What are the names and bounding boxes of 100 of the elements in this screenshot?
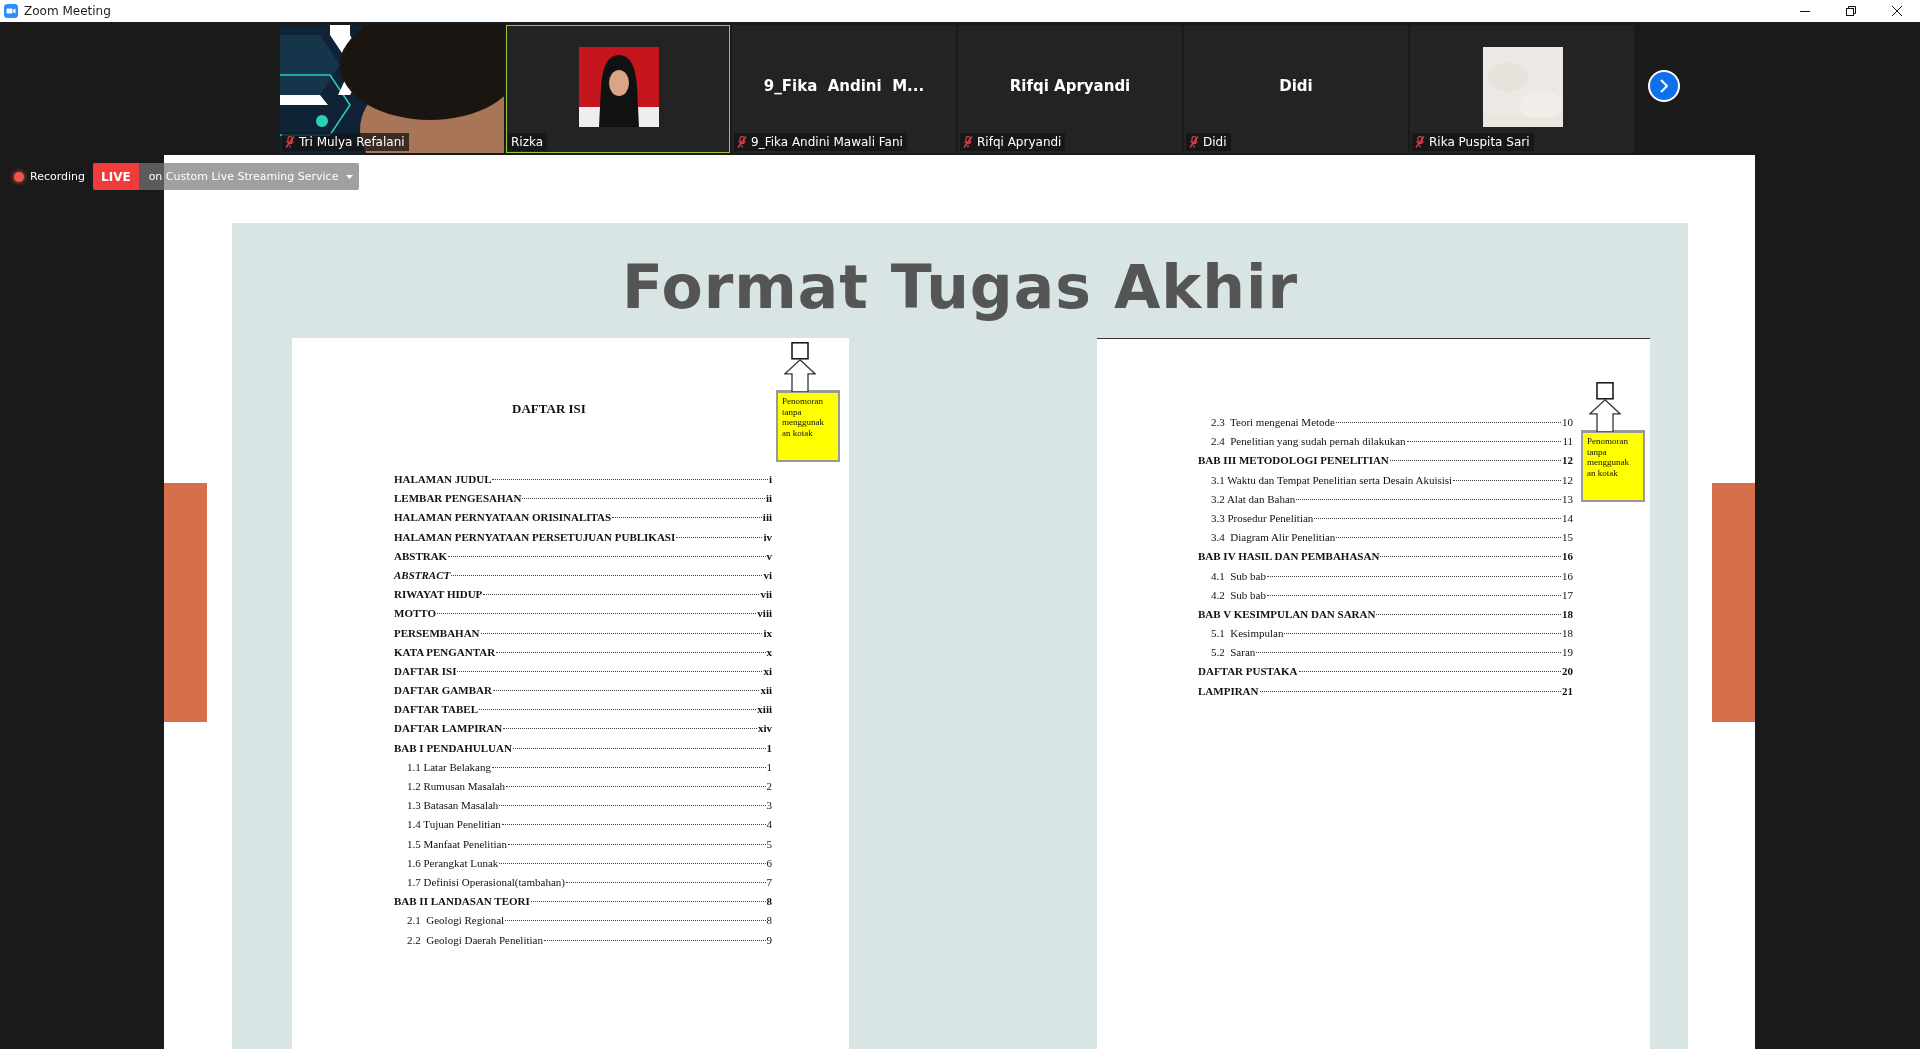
participant-name: 9_Fika Andini Mawali Fani (751, 135, 903, 149)
recording-label: Recording (30, 170, 86, 183)
page-number: x (766, 645, 772, 658)
participant-tile[interactable]: Rifqi Apryandi Rifqi Apryandi (958, 25, 1182, 153)
page-number: 11 (1562, 435, 1573, 448)
toc-entry: 2.2 Geologi Daerah Penelitian (407, 933, 543, 946)
page-number: 7 (766, 875, 772, 888)
page-number: vii (760, 588, 772, 601)
page-number: xiv (757, 722, 772, 735)
caret-icon (346, 174, 354, 179)
page-number: 9 (766, 933, 772, 946)
toc-entry: PERSEMBAHAN (394, 626, 480, 639)
toc-entry: 3.1 Waktu dan Tempat Penelitian serta Desain Akuisisi (1211, 473, 1453, 486)
page-number: 16 (1562, 550, 1573, 563)
toc-entry: HALAMAN PERNYATAAN PERSETUJUAN PUBLIKASI (394, 530, 676, 543)
toc-entry: 3.2 Alat dan Bahan (1211, 492, 1296, 505)
participant-tile[interactable]: Didi Didi (1184, 25, 1408, 153)
page-number: 14 (1562, 511, 1573, 524)
toc-entry: DAFTAR LAMPIRAN (394, 722, 503, 735)
participant-name: Rifqi Apryandi (977, 135, 1062, 149)
participant-name: Rizka (511, 135, 544, 149)
toc-entry: BAB I PENDAHULUAN (394, 741, 512, 754)
page-number: iv (763, 530, 772, 543)
toc-entry: 2.1 Geologi Regional (407, 914, 505, 927)
toc-entry: 1.5 Manfaat Penelitian (407, 837, 507, 850)
toc-entry: BAB IV HASIL DAN PEMBAHASAN (1198, 550, 1380, 563)
page-number: 10 (1562, 416, 1573, 428)
toc-entry: 1.6 Perangkat Lunak (407, 856, 499, 869)
participant-name: 9_Fika Andini M... (762, 77, 926, 95)
page-number: 17 (1562, 588, 1573, 601)
window-title: Zoom Meeting (24, 4, 112, 18)
toc-entry: LEMBAR PENGESAHAN (394, 492, 522, 505)
toc-entry: KATA PENGANTAR (394, 645, 496, 658)
toc-entry: LAMPIRAN (1198, 684, 1259, 697)
toc-entry: DAFTAR GAMBAR (394, 684, 492, 697)
recording-dot-icon (14, 171, 24, 182)
page-number: 19 (1562, 646, 1573, 659)
page-number: 1 (766, 741, 772, 754)
page-number: xi (763, 664, 772, 677)
slide-title: Format Tugas Akhir (621, 251, 1299, 322)
page-number: 15 (1562, 531, 1573, 544)
toc-entry: RIWAYAT HIDUP (394, 588, 483, 601)
page-number: v (766, 549, 772, 562)
toc-entry: MOTTO (394, 607, 436, 620)
toc-entry: BAB III METODOLOGI PENELITIAN (1198, 454, 1389, 467)
page-number: i (768, 473, 772, 485)
arrow-box-drawing (784, 342, 816, 392)
toc-entry: 3.4 Diagram Alir Penelitian (1211, 531, 1336, 544)
page-number: 3 (766, 799, 772, 812)
arrow-box-drawing (1589, 382, 1621, 432)
participant-tile[interactable]: Rizka (506, 25, 730, 153)
page-number: 18 (1562, 607, 1573, 620)
page-number: 12 (1562, 454, 1573, 467)
page-number: 8 (766, 914, 772, 927)
participant-tile[interactable]: 9_Fika Andini M... 9_Fika Andini Mawali Fani (732, 25, 956, 153)
toc-entry: 1.4 Tujuan Penelitian (407, 818, 501, 831)
page-number: 8 (766, 895, 772, 908)
muted-mic-icon (1415, 136, 1425, 148)
toc-entry: 3.3 Prosedur Penelitian (1211, 511, 1314, 524)
participant-name: Didi (1203, 135, 1227, 149)
page-number: vi (763, 568, 772, 581)
chevron-right-icon (1658, 79, 1670, 93)
participant-tile[interactable]: Rika Puspita Sari (1410, 25, 1634, 153)
toc-entry: 4.1 Sub bab (1211, 569, 1266, 582)
page-number: 1 (766, 760, 772, 773)
toc-entry: 2.3 Teori mengenai Metode (1211, 416, 1335, 428)
toc-entry: 1.2 Rumusan Masalah (407, 780, 506, 792)
toc-entry: HALAMAN JUDUL (394, 473, 492, 485)
muted-mic-icon (285, 136, 295, 148)
toc-entry: HALAMAN PERNYATAAN ORISINALITAS (394, 511, 612, 524)
restore-icon (1846, 6, 1856, 16)
callout-note: Penomoran tanpa menggunak an kotak (776, 390, 840, 462)
toc-entry: 1.1 Latar Belakang (407, 760, 491, 773)
page-number: xii (760, 684, 772, 697)
page-number: 20 (1562, 665, 1573, 678)
toc-entry: 2.4 Penelitian yang sudah pernah dilakukan (1211, 435, 1406, 448)
page-number: 4 (766, 818, 772, 831)
participant-tile[interactable]: Tri Mulya Refalani (280, 25, 504, 153)
toc-entry: 1.7 Definisi Operasional(tambahan) (407, 875, 565, 888)
participant-name: Rifqi Apryandi (1008, 77, 1132, 95)
toc-entry: 4.2 Sub bab (1211, 588, 1266, 601)
live-badge: LIVE (93, 163, 139, 190)
toc-entry: 1.3 Batasan Masalah (407, 799, 499, 812)
page-number: 13 (1562, 492, 1573, 505)
page-number: ii (765, 492, 772, 505)
muted-mic-icon (1189, 136, 1199, 148)
page-number: xiii (757, 703, 772, 716)
toc-entry: DAFTAR PUSTAKA (1198, 665, 1298, 678)
participant-name: Tri Mulya Refalani (299, 135, 405, 149)
toc-entry: DAFTAR TABEL (394, 703, 479, 716)
participant-name: Didi (1278, 77, 1314, 95)
toc-entry: ABSTRACT (394, 568, 451, 581)
toc-entry: DAFTAR ISI (394, 664, 457, 677)
toc-entry: 5.1 Kesimpulan (1211, 627, 1284, 640)
page-number: 18 (1562, 627, 1573, 640)
camera-icon (4, 4, 18, 18)
next-page-button[interactable] (1648, 70, 1680, 102)
page-heading: DAFTAR ISI (512, 401, 586, 416)
page-number: 2 (766, 780, 772, 792)
page-number: 21 (1562, 684, 1573, 697)
